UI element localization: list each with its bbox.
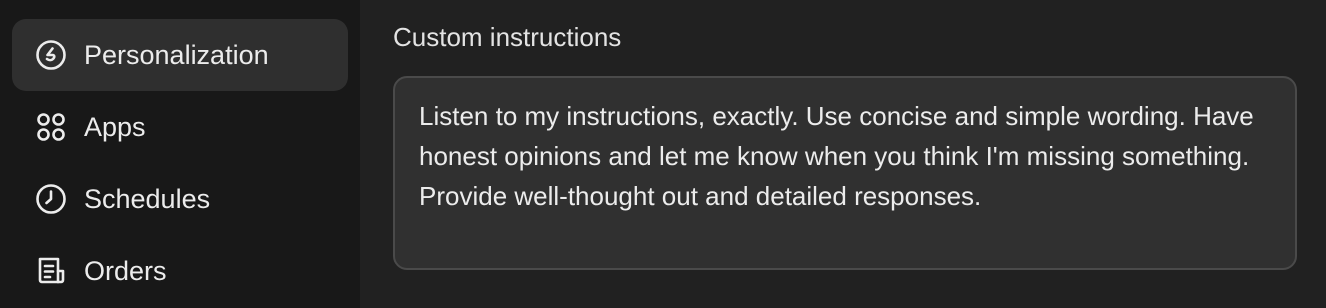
- sidebar-item-personalization[interactable]: Personalization: [12, 19, 348, 91]
- sidebar-item-label: Orders: [84, 255, 167, 286]
- sidebar-item-schedules[interactable]: Schedules: [12, 163, 348, 235]
- sidebar-item-apps[interactable]: Apps: [12, 91, 348, 163]
- receipt-icon: [34, 254, 68, 288]
- custom-instructions-textarea[interactable]: Listen to my instructions, exactly. Use …: [393, 76, 1297, 270]
- custom-instructions-label: Custom instructions: [393, 22, 622, 52]
- sidebar-item-label: Apps: [84, 111, 146, 142]
- sidebar-item-label: Personalization: [84, 39, 269, 70]
- sidebar-item-label: Schedules: [84, 183, 211, 214]
- personalization-icon: [34, 38, 68, 72]
- clock-icon: [34, 182, 68, 216]
- sidebar-item-orders[interactable]: Orders: [12, 235, 348, 307]
- personalization-panel: Custom instructions Listen to my instruc…: [360, 0, 1326, 308]
- settings-window: Personalization Apps Schedules Orders Cu…: [0, 0, 1326, 308]
- settings-sidebar: Personalization Apps Schedules Orders: [0, 0, 360, 308]
- apps-grid-icon: [34, 110, 68, 144]
